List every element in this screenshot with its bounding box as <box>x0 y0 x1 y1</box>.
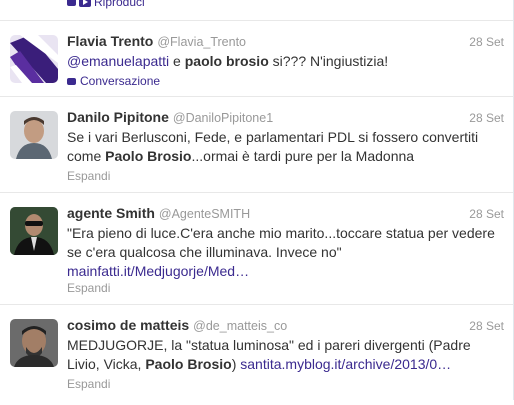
play-icon <box>79 0 91 7</box>
url-link[interactable]: mainfatti.it/Medjugorje/Med… <box>67 263 249 279</box>
tweet-item[interactable]: cosimo de matteis @de_matteis_co 28 Set M… <box>0 305 513 405</box>
user-fullname[interactable]: cosimo de matteis <box>67 317 189 333</box>
url-link[interactable]: santita.myblog.it/archive/2013/0… <box>240 356 451 372</box>
expand-link[interactable]: Espandi <box>67 377 110 391</box>
speech-bubble-icon <box>67 0 76 6</box>
tweet-header: Danilo Pipitone @DaniloPipitone1 <box>67 109 273 125</box>
mention-link[interactable]: @emanuelapatti <box>67 53 169 69</box>
play-media-link[interactable]: Riproduci <box>67 0 145 9</box>
tweet-text: @emanuelapatti e paolo brosio si??? N'in… <box>67 52 507 71</box>
user-screenname[interactable]: @Flavia_Trento <box>157 35 246 49</box>
tweet-timestamp[interactable]: 28 Set <box>469 111 504 125</box>
expand-link[interactable]: Espandi <box>67 169 110 183</box>
user-screenname[interactable]: @DaniloPipitone1 <box>173 111 273 125</box>
timeline: Riproduci Flavia Trento @Flavia_Trento 28… <box>0 0 514 400</box>
play-media-label: Riproduci <box>94 0 145 9</box>
expand-link[interactable]: Espandi <box>67 281 110 295</box>
tweet-item[interactable]: Flavia Trento @Flavia_Trento 28 Set @eman… <box>0 21 513 97</box>
user-fullname[interactable]: Danilo Pipitone <box>67 109 169 125</box>
tweet-text-part: si??? N'ingiustizia! <box>268 53 389 69</box>
avatar[interactable] <box>10 319 58 367</box>
user-screenname[interactable]: @de_matteis_co <box>193 319 287 333</box>
search-highlight: paolo brosio <box>184 53 269 69</box>
avatar[interactable] <box>10 35 58 83</box>
tweet-item[interactable]: agente Smith @AgenteSMITH 28 Set "Era pie… <box>0 193 513 305</box>
conversation-label: Conversazione <box>80 74 161 88</box>
user-screenname[interactable]: @AgenteSMITH <box>159 207 250 221</box>
tweet-text-part: ...ormai è tardi pure per la Madonna <box>191 148 415 164</box>
tweet-item[interactable]: Danilo Pipitone @DaniloPipitone1 28 Set S… <box>0 97 513 193</box>
tweet-header: Flavia Trento @Flavia_Trento <box>67 33 246 49</box>
tweet-text: Se i vari Berlusconi, Fede, e parlamenta… <box>67 128 507 166</box>
conversation-link[interactable]: Conversazione <box>67 74 160 88</box>
tweet-text: "Era pieno di luce.C'era anche mio marit… <box>67 224 507 281</box>
search-highlight: Paolo Brosio <box>105 148 192 164</box>
search-highlight: Paolo Brosio <box>145 356 232 372</box>
tweet-header: agente Smith @AgenteSMITH <box>67 205 250 221</box>
user-fullname[interactable]: agente Smith <box>67 205 155 221</box>
tweet-header: cosimo de matteis @de_matteis_co <box>67 317 287 333</box>
speech-bubble-icon <box>67 77 76 85</box>
avatar[interactable] <box>10 207 58 255</box>
previous-tweet-footer: Riproduci <box>0 0 513 21</box>
tweet-text-part: ) <box>231 356 241 372</box>
tweet-text-part: "Era pieno di luce.C'era anche mio marit… <box>67 225 495 260</box>
tweet-text-part: e <box>169 53 185 69</box>
tweet-timestamp[interactable]: 28 Set <box>469 207 504 221</box>
user-fullname[interactable]: Flavia Trento <box>67 33 153 49</box>
avatar[interactable] <box>10 111 58 159</box>
tweet-text: MEDJUGORJE, la "statua luminosa" ed i pa… <box>67 336 507 374</box>
tweet-timestamp[interactable]: 28 Set <box>469 35 504 49</box>
tweet-timestamp[interactable]: 28 Set <box>469 319 504 333</box>
